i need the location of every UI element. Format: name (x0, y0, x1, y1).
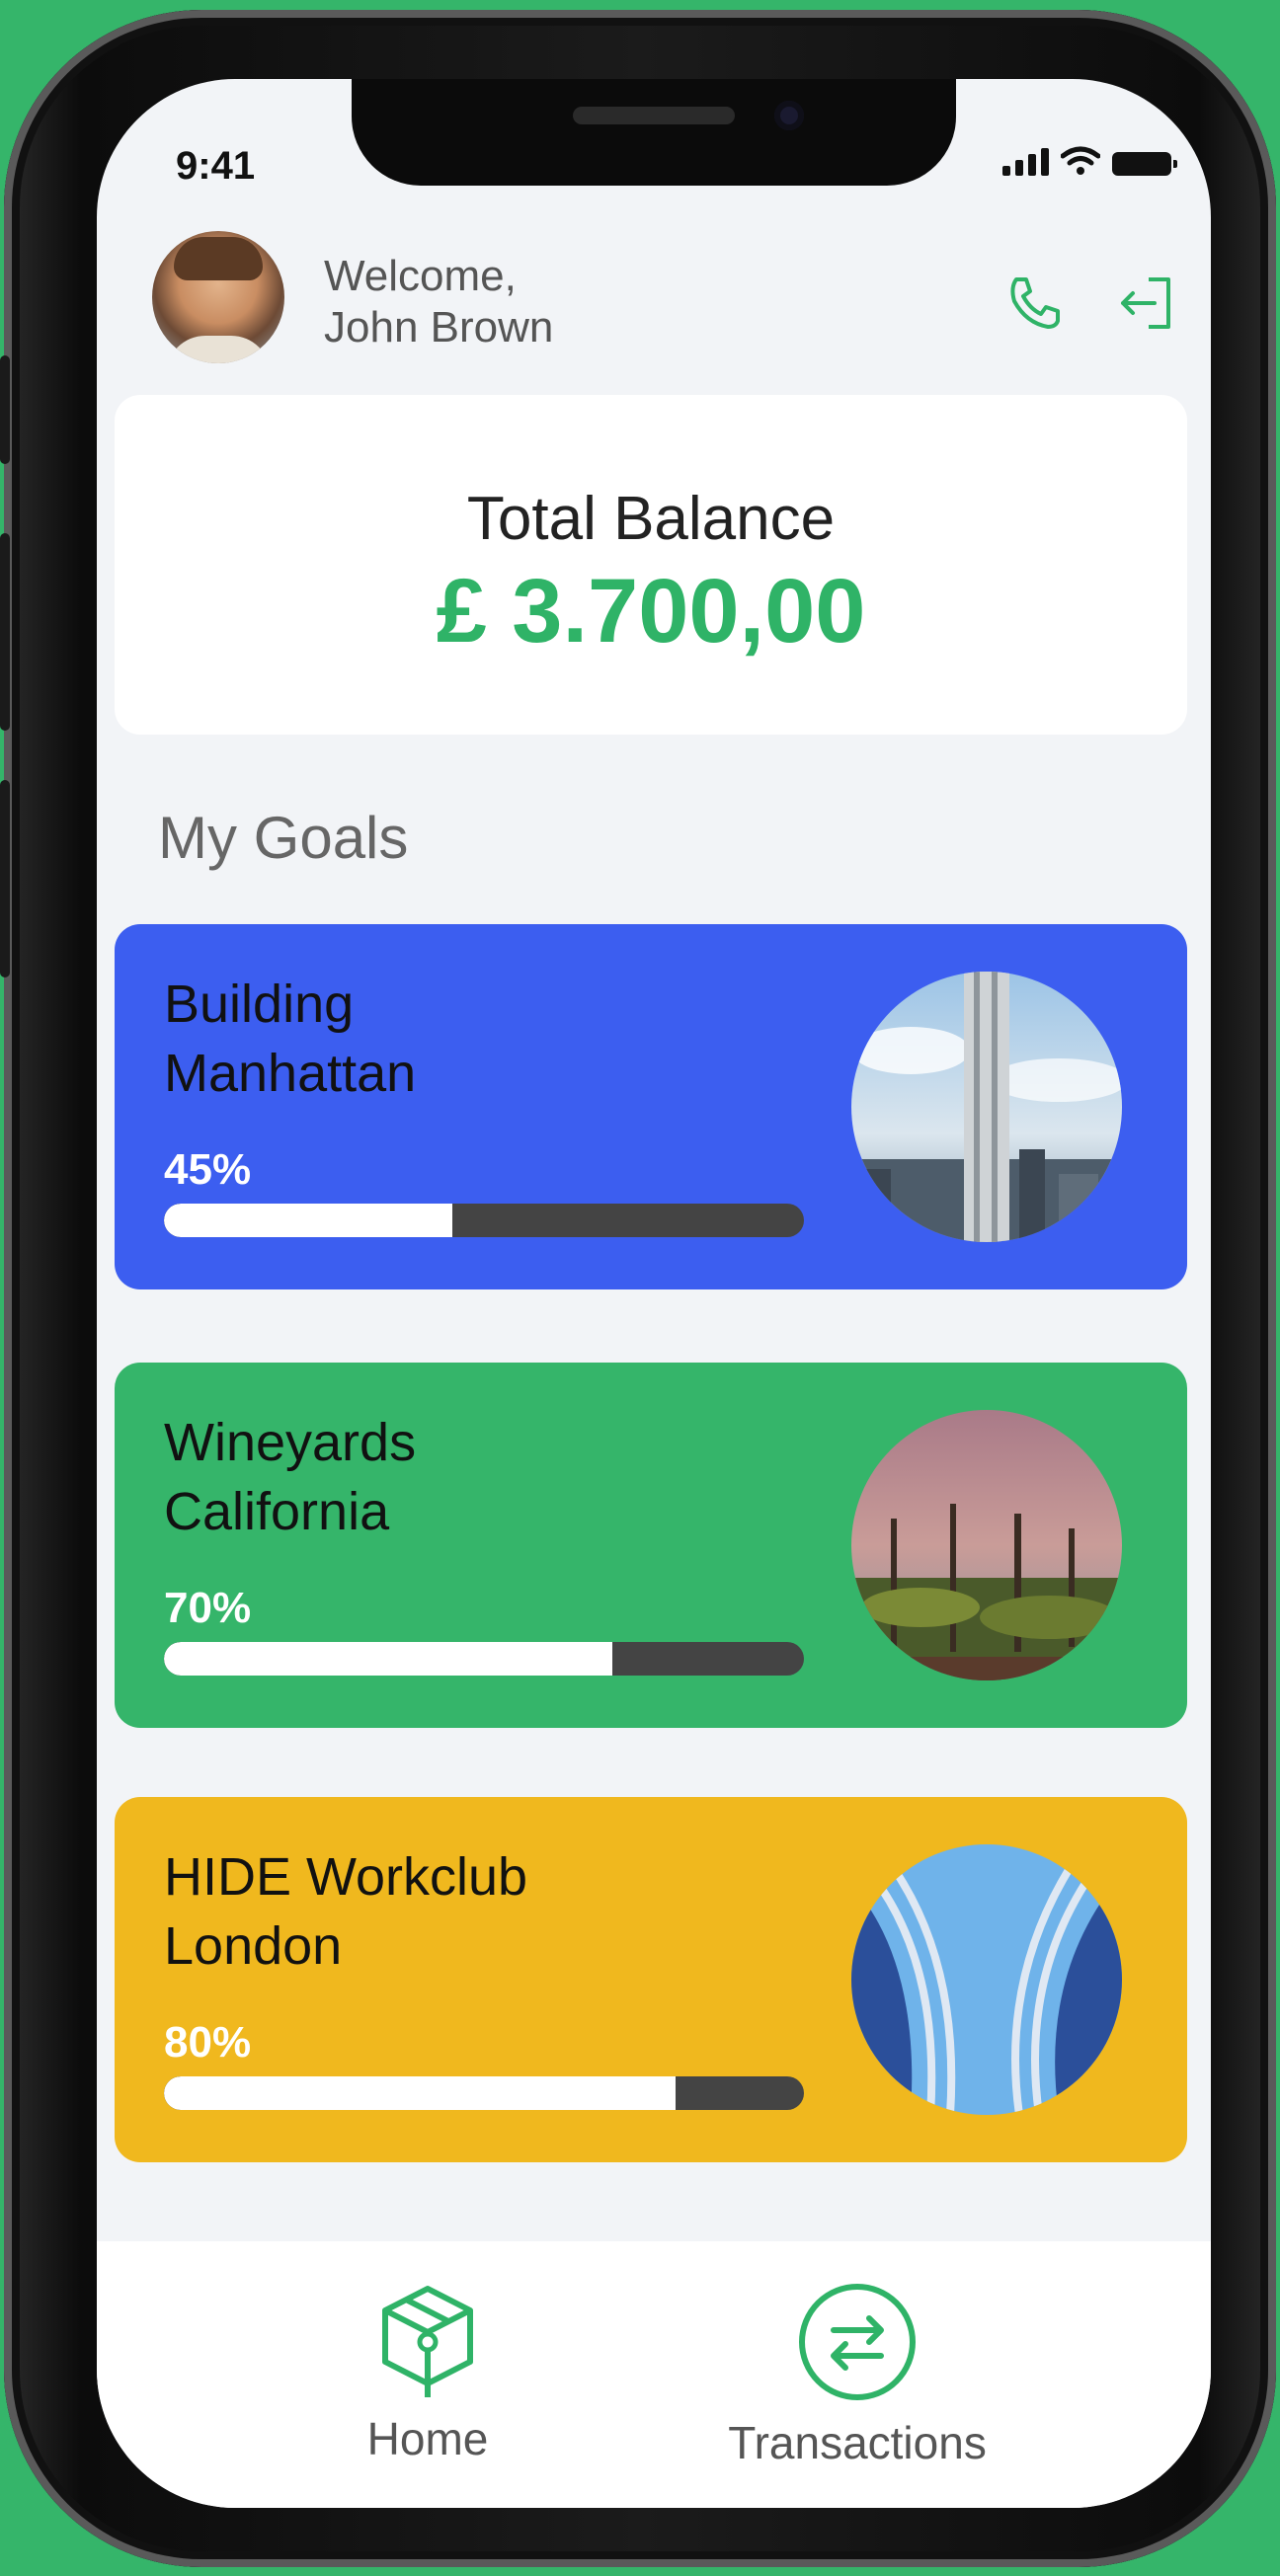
speaker (573, 107, 735, 124)
goal-name-line2: Manhattan (164, 1044, 417, 1103)
nav-home-label: Home (366, 2413, 489, 2464)
goal-image (851, 1844, 1122, 2115)
welcome-line: Welcome, (324, 252, 517, 300)
transfer-icon (799, 2284, 916, 2400)
avatar[interactable] (152, 231, 284, 363)
goal-percent: 45% (164, 1145, 252, 1194)
goal-name-line1: HIDE Workclub (164, 1847, 528, 1907)
progress-fill (164, 1204, 452, 1237)
goal-name: Building Manhattan (164, 970, 717, 1108)
welcome-text: Welcome, John Brown (324, 251, 553, 353)
logout-button[interactable] (1112, 269, 1181, 338)
balance-card: Total Balance £ 3.700,00 (115, 395, 1187, 735)
goal-card-manhattan[interactable]: Building Manhattan 45% (115, 924, 1187, 1289)
volume-up-button (0, 533, 10, 731)
notch (352, 79, 956, 186)
nav-home[interactable]: Home (344, 2281, 512, 2465)
goal-name: HIDE Workclub London (164, 1842, 717, 1981)
progress-bar (164, 1204, 804, 1237)
nav-transactions[interactable]: Transactions (689, 2281, 1025, 2469)
goal-name-line1: Building (164, 975, 355, 1034)
goal-percent: 80% (164, 2018, 252, 2067)
goal-percent: 70% (164, 1584, 252, 1632)
bottom-nav: Home Transactions (97, 2241, 1211, 2508)
battery-icon (1112, 152, 1177, 176)
balance-amount: £ 3.700,00 (436, 561, 866, 662)
goal-name-line1: Wineyards (164, 1413, 417, 1472)
volume-down-button (0, 780, 10, 977)
balance-label: Total Balance (466, 485, 836, 553)
goal-image (851, 972, 1122, 1242)
goal-card-california[interactable]: Wineyards California 70% (115, 1363, 1187, 1728)
goal-image (851, 1410, 1122, 1680)
camera (774, 101, 804, 130)
user-name: John Brown (324, 303, 554, 351)
phone-icon (1010, 277, 1060, 329)
nav-transactions-label: Transactions (728, 2417, 987, 2468)
progress-fill (164, 1642, 612, 1676)
logout-icon (1121, 277, 1170, 329)
goal-card-london[interactable]: HIDE Workclub London 80% (115, 1797, 1187, 2162)
goal-name: Wineyards California (164, 1408, 717, 1546)
section-title: My Goals (158, 805, 409, 871)
wifi-icon (1061, 146, 1100, 175)
silent-switch (0, 355, 10, 464)
box-icon (382, 2286, 473, 2397)
call-button[interactable] (1000, 269, 1069, 338)
progress-bar (164, 1642, 804, 1676)
header-actions (1000, 269, 1181, 338)
signal-icon (1002, 148, 1049, 176)
phone-screen: 9:41 Welcome, John Brown Total Balance £… (97, 79, 1211, 2508)
status-time: 9:41 (176, 144, 256, 188)
goal-name-line2: London (164, 1916, 343, 1976)
progress-bar (164, 2076, 804, 2110)
status-icons (1002, 146, 1177, 176)
goal-name-line2: California (164, 1482, 390, 1541)
progress-fill (164, 2076, 677, 2110)
